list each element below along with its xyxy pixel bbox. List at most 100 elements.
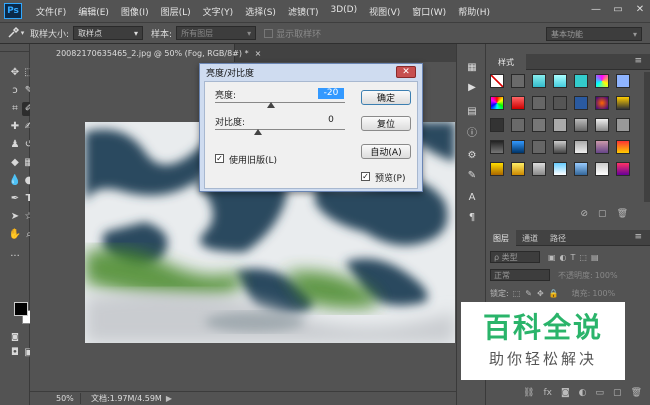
- style-swatch[interactable]: [553, 118, 567, 132]
- new-layer-icon[interactable]: ▢: [613, 388, 622, 398]
- mask-icon[interactable]: ◙: [561, 388, 570, 398]
- menu-item-4[interactable]: 文字(Y): [197, 5, 240, 18]
- dialog-close-button[interactable]: ✕: [396, 66, 416, 78]
- sample-size-select[interactable]: 取样点 ▾: [73, 26, 144, 40]
- menu-item-7[interactable]: 3D(D): [324, 5, 363, 18]
- brightness-slider-track[interactable]: [215, 102, 345, 103]
- style-swatch[interactable]: [616, 162, 630, 176]
- sample-select[interactable]: 所有图层 ▾: [176, 26, 257, 40]
- style-swatch[interactable]: [490, 96, 504, 110]
- style-swatch[interactable]: [532, 96, 546, 110]
- menu-item-5[interactable]: 选择(S): [239, 5, 282, 18]
- style-swatch[interactable]: [532, 74, 546, 88]
- style-swatch[interactable]: [511, 140, 525, 154]
- tab-channels[interactable]: 通道: [516, 230, 544, 246]
- close-tab-icon[interactable]: ×: [255, 49, 262, 58]
- toolbar-grip[interactable]: [0, 44, 29, 52]
- healing-tool[interactable]: ✚: [8, 120, 22, 134]
- pen-tool[interactable]: ✒: [8, 192, 22, 206]
- styles-scrollbar[interactable]: [644, 72, 650, 202]
- trash-icon[interactable]: 🗑: [631, 388, 642, 398]
- folder-icon[interactable]: ▭: [596, 388, 605, 398]
- quick-mask-button[interactable]: ◘: [8, 346, 22, 360]
- close-window-button[interactable]: ✕: [634, 3, 646, 15]
- link-icon[interactable]: ⛓: [523, 388, 534, 398]
- contrast-input[interactable]: 0: [318, 115, 344, 126]
- style-swatch[interactable]: [574, 118, 588, 132]
- path-selection-tool[interactable]: ➤: [8, 210, 22, 224]
- blur-tool[interactable]: 💧: [8, 174, 22, 188]
- style-swatch[interactable]: [595, 140, 609, 154]
- fill-value[interactable]: 100%: [592, 289, 615, 298]
- zoom-level[interactable]: 50%: [30, 394, 80, 403]
- style-swatch[interactable]: [595, 118, 609, 132]
- style-swatch[interactable]: [490, 162, 504, 176]
- brush-panel-icon[interactable]: ✎: [465, 168, 479, 182]
- brightness-slider-thumb[interactable]: [267, 102, 276, 108]
- clone-stamp-tool[interactable]: ♟: [8, 138, 22, 152]
- adjust-panel-icon[interactable]: ⚙: [465, 148, 479, 162]
- style-swatch[interactable]: [490, 140, 504, 154]
- menu-item-2[interactable]: 图像(I): [115, 5, 155, 18]
- style-swatch[interactable]: [616, 96, 630, 110]
- style-swatch[interactable]: [532, 140, 546, 154]
- workspace-select[interactable]: 基本功能 ▾: [546, 27, 642, 41]
- show-ring-checkbox[interactable]: [264, 28, 274, 38]
- layer-filter-select[interactable]: ρ 类型: [490, 251, 540, 263]
- brightness-input[interactable]: -20: [318, 88, 344, 99]
- new-style-icon[interactable]: ▢: [598, 209, 607, 219]
- style-swatch[interactable]: [511, 96, 525, 110]
- adjustment-icon[interactable]: ◐: [579, 388, 587, 398]
- status-menu-arrow-icon[interactable]: ▶: [166, 394, 172, 403]
- preview-checkbox[interactable]: ✓: [361, 172, 370, 181]
- info-panel-icon[interactable]: ⓘ: [465, 124, 479, 139]
- more-tools[interactable]: ···: [8, 250, 22, 264]
- contrast-slider-track[interactable]: [215, 129, 345, 130]
- style-swatch[interactable]: [595, 162, 609, 176]
- style-swatch[interactable]: [574, 96, 588, 110]
- opacity-value[interactable]: 100%: [595, 271, 618, 280]
- properties-panel-icon[interactable]: ▤: [465, 104, 479, 118]
- eraser-tool[interactable]: ◆: [8, 156, 22, 170]
- history-panel-icon[interactable]: ▦: [465, 60, 479, 74]
- menu-item-0[interactable]: 文件(F): [30, 5, 72, 18]
- foreground-color-swatch[interactable]: [14, 302, 28, 316]
- style-swatch[interactable]: [532, 118, 546, 132]
- character-panel-icon[interactable]: A: [465, 190, 479, 204]
- reset-button[interactable]: 复位: [361, 116, 411, 131]
- trash-icon[interactable]: 🗑: [617, 209, 628, 219]
- style-swatch[interactable]: [616, 118, 630, 132]
- style-swatch[interactable]: [553, 140, 567, 154]
- minimize-button[interactable]: —: [590, 3, 602, 15]
- move-tool[interactable]: ✥: [8, 66, 22, 80]
- tab-paths[interactable]: 路径: [544, 230, 572, 246]
- panel-menu-icon[interactable]: ≡: [634, 56, 642, 66]
- menu-item-8[interactable]: 视图(V): [363, 5, 406, 18]
- lock-icons[interactable]: ⬚✎✥🔒: [513, 289, 564, 298]
- lasso-tool[interactable]: ↄ: [8, 84, 22, 98]
- tab-styles[interactable]: 样式: [486, 54, 526, 70]
- tab-layers[interactable]: 图层: [486, 230, 516, 246]
- contrast-slider-thumb[interactable]: [254, 129, 263, 135]
- ok-button[interactable]: 确定: [361, 90, 411, 105]
- menu-item-6[interactable]: 滤镜(T): [282, 5, 325, 18]
- style-swatch[interactable]: [490, 118, 504, 132]
- style-swatch[interactable]: [595, 96, 609, 110]
- style-swatch[interactable]: [511, 74, 525, 88]
- default-colors-button[interactable]: ◙: [8, 330, 22, 344]
- filter-icons[interactable]: ▣◐T⬚▤: [548, 253, 603, 262]
- blend-mode-select[interactable]: 正常: [490, 269, 550, 281]
- panel-menu-icon[interactable]: ≡: [634, 232, 642, 242]
- hand-tool[interactable]: ✋: [8, 228, 22, 242]
- style-swatch[interactable]: [490, 74, 504, 88]
- legacy-checkbox[interactable]: ✓: [215, 154, 224, 163]
- style-swatch[interactable]: [574, 74, 588, 88]
- style-swatch[interactable]: [574, 140, 588, 154]
- fx-icon[interactable]: fx: [543, 388, 552, 398]
- dialog-title[interactable]: 亮度/对比度: [200, 64, 422, 80]
- clear-style-icon[interactable]: ⊘: [581, 209, 589, 219]
- actions-panel-icon[interactable]: ▶: [465, 80, 479, 94]
- style-swatch[interactable]: [553, 74, 567, 88]
- style-swatch[interactable]: [553, 96, 567, 110]
- menu-item-9[interactable]: 窗口(W): [406, 5, 452, 18]
